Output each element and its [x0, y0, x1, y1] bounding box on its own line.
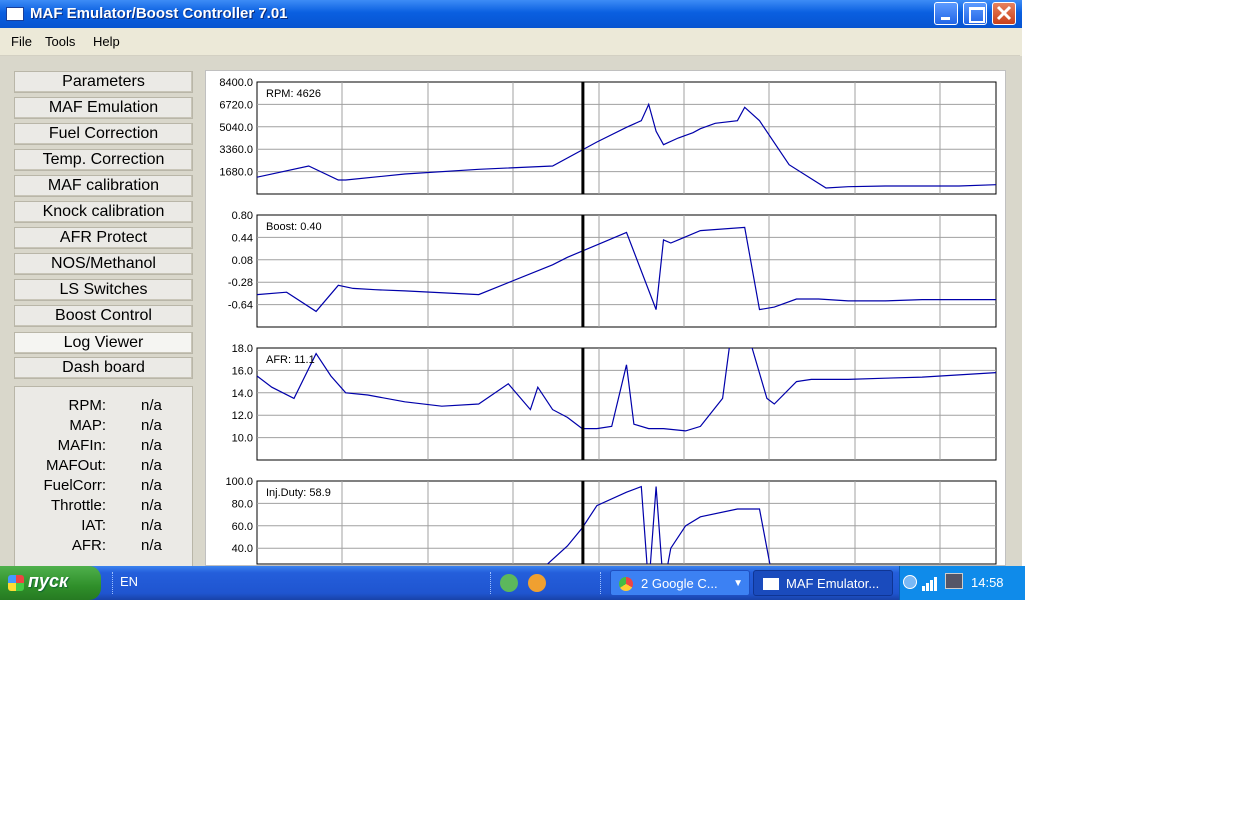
- status-value: n/a: [141, 477, 162, 494]
- dash-board-button[interactable]: Dash board: [14, 357, 193, 379]
- minimize-icon: [941, 17, 950, 20]
- status-value: n/a: [141, 457, 162, 474]
- window-title: MAF Emulator/Boost Controller 7.01: [30, 5, 288, 22]
- live-status-panel: RPM: n/a MAP: n/a MAFIn: n/a MAFOut: n/a Fue…: [14, 386, 193, 566]
- close-icon: [996, 5, 1012, 21]
- status-value: n/a: [141, 437, 162, 454]
- minimize-button[interactable]: [934, 2, 958, 25]
- mail-agent-icon[interactable]: [528, 574, 546, 592]
- taskbar-separator: [490, 572, 494, 594]
- status-label: IAT:: [81, 517, 106, 534]
- taskbar: пуск EN 2 Google C... ▼ MAF Emulator... …: [0, 566, 1025, 600]
- taskbar-separator: [600, 572, 604, 594]
- log-viewer-button[interactable]: Log Viewer: [14, 332, 193, 354]
- status-label: MAFOut:: [45, 457, 106, 474]
- y-tick-label: 8400.0: [219, 77, 253, 89]
- maf-emulation-button[interactable]: MAF Emulation: [14, 97, 193, 119]
- network-icon[interactable]: [945, 573, 963, 589]
- status-label: RPM:: [68, 397, 107, 414]
- y-tick-label: 60.0: [232, 521, 253, 533]
- y-tick-label: 0.44: [232, 232, 253, 244]
- y-tick-label: 1680.0: [219, 167, 253, 179]
- y-tick-label: 5040.0: [219, 122, 253, 134]
- y-tick-label: 16.0: [232, 365, 253, 377]
- status-label: AFR:: [71, 537, 106, 554]
- maximize-icon: [969, 7, 985, 23]
- system-tray: [899, 566, 1025, 600]
- taskbar-separator: [112, 572, 116, 594]
- start-button[interactable]: пуск: [0, 566, 101, 600]
- y-tick-label: 6720.0: [219, 99, 253, 111]
- fuel-correction-button[interactable]: Fuel Correction: [14, 123, 193, 145]
- menu-tools[interactable]: Tools: [45, 34, 75, 49]
- chevron-down-icon: ▼: [733, 578, 743, 589]
- maximize-button[interactable]: [963, 2, 987, 25]
- status-row: FuelCorr: n/a: [15, 477, 192, 497]
- task-label: 2 Google C...: [641, 576, 718, 591]
- windows-logo-icon: [8, 575, 24, 591]
- y-tick-label: 12.0: [232, 410, 253, 422]
- status-row: RPM: n/a: [15, 397, 192, 417]
- language-indicator[interactable]: EN: [120, 574, 138, 589]
- boost-control-button[interactable]: Boost Control: [14, 305, 193, 327]
- signal-icon[interactable]: [922, 575, 942, 591]
- title-bar[interactable]: MAF Emulator/Boost Controller 7.01: [0, 0, 1022, 28]
- status-label: MAFIn:: [57, 437, 106, 454]
- status-label: MAP:: [69, 417, 106, 434]
- close-button[interactable]: [992, 2, 1016, 25]
- y-tick-label: 40.0: [232, 543, 253, 555]
- app-icon: [6, 7, 24, 21]
- y-tick-label: 80.0: [232, 498, 253, 510]
- chrome-icon: [619, 577, 633, 591]
- y-tick-label: 3360.0: [219, 144, 253, 156]
- y-tick-label: 18.0: [232, 343, 253, 355]
- navigation-panel: Parameters MAF Emulation Fuel Correction…: [0, 56, 200, 566]
- taskbar-button-chrome[interactable]: 2 Google C... ▼: [610, 570, 750, 596]
- status-row: MAP: n/a: [15, 417, 192, 437]
- status-value: n/a: [141, 497, 162, 514]
- afr-protect-button[interactable]: AFR Protect: [14, 227, 193, 249]
- ls-switches-button[interactable]: LS Switches: [14, 279, 193, 301]
- nos-methanol-button[interactable]: NOS/Methanol: [14, 253, 193, 275]
- chart-label: Boost: 0.40: [266, 221, 322, 233]
- status-label: Throttle:: [50, 497, 106, 514]
- y-tick-label: -0.64: [228, 300, 253, 312]
- maf-calibration-button[interactable]: MAF calibration: [14, 175, 193, 197]
- y-tick-label: 100.0: [225, 476, 253, 488]
- y-tick-label: 0.80: [232, 210, 253, 222]
- temp-correction-button[interactable]: Temp. Correction: [14, 149, 193, 171]
- status-value: n/a: [141, 417, 162, 434]
- status-row: MAFIn: n/a: [15, 437, 192, 457]
- status-row: AFR: n/a: [15, 537, 192, 557]
- chart-label: RPM: 4626: [266, 88, 321, 100]
- menu-help[interactable]: Help: [93, 34, 120, 49]
- log-charts[interactable]: 8400.0 6720.0 5040.0 3360.0 1680.0 RPM: 4626 0…: [205, 70, 1006, 566]
- status-row: MAFOut: n/a: [15, 457, 192, 477]
- status-row: Throttle: n/a: [15, 497, 192, 517]
- y-tick-label: -0.28: [228, 277, 253, 289]
- app-window: MAF Emulator/Boost Controller 7.01 File …: [0, 0, 1022, 566]
- parameters-button[interactable]: Parameters: [14, 71, 193, 93]
- start-label: пуск: [28, 571, 69, 591]
- status-row: IAT: n/a: [15, 517, 192, 537]
- taskbar-button-maf-emulator[interactable]: MAF Emulator...: [753, 570, 893, 596]
- status-value: n/a: [141, 397, 162, 414]
- utorrent-icon[interactable]: [500, 574, 518, 592]
- menu-bar: File Tools Help: [0, 28, 1020, 56]
- y-tick-label: 0.08: [232, 255, 253, 267]
- knock-calibration-button[interactable]: Knock calibration: [14, 201, 193, 223]
- chart-label: AFR: 11.1: [266, 354, 315, 366]
- window-icon: [763, 578, 779, 590]
- y-tick-label: 10.0: [232, 433, 253, 445]
- chart-label: Inj.Duty: 58.9: [266, 487, 331, 499]
- plot-frame: [256, 480, 997, 565]
- task-label: MAF Emulator...: [786, 576, 880, 591]
- status-value: n/a: [141, 517, 162, 534]
- clock[interactable]: 14:58: [971, 575, 1004, 590]
- y-tick-label: 14.0: [232, 388, 253, 400]
- tray-expand-icon[interactable]: [903, 575, 917, 589]
- status-value: n/a: [141, 537, 162, 554]
- menu-file[interactable]: File: [11, 34, 32, 49]
- status-label: FuelCorr:: [43, 477, 106, 494]
